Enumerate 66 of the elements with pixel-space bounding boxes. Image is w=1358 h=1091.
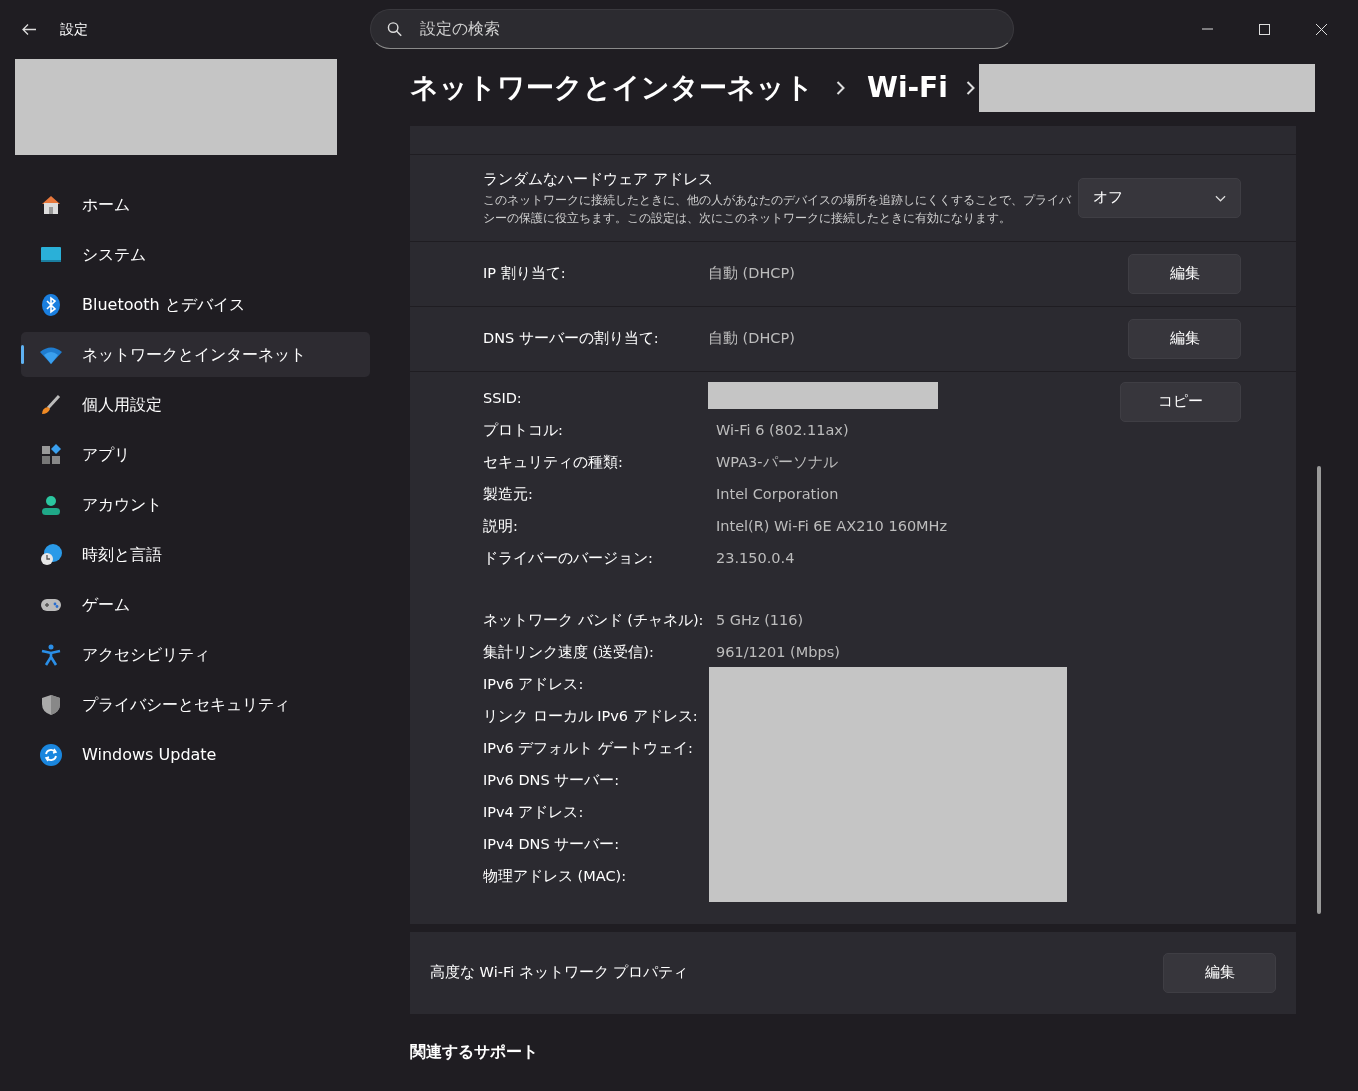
setting-label: IP 割り当て: xyxy=(483,264,567,284)
setting-label: DNS サーバーの割り当て: xyxy=(483,329,660,349)
sidebar-item[interactable]: ゲーム xyxy=(21,582,370,627)
setting-title: ランダムなハードウェア アドレス xyxy=(483,170,714,190)
refresh-icon xyxy=(39,742,63,767)
dropdown[interactable]: オフ xyxy=(1078,178,1241,218)
property-label: IPv6 DNS サーバー: xyxy=(483,771,621,790)
property-label: 物理アドレス (MAC): xyxy=(483,867,628,886)
property-value: WPA3-パーソナル xyxy=(716,453,839,472)
edit-button[interactable]: 編集 xyxy=(1128,319,1241,359)
close-icon xyxy=(1316,23,1327,35)
breadcrumb-item: Wi-Fi xyxy=(867,70,948,106)
chevron-right-icon xyxy=(836,81,845,95)
setting-label: 高度な Wi-Fi ネットワーク プロパティ xyxy=(430,963,689,983)
property-label: 製造元: xyxy=(483,485,534,504)
property-label: SSID: xyxy=(483,389,523,408)
property-label: IPv6 デフォルト ゲートウェイ: xyxy=(483,739,694,758)
sidebar-item[interactable]: アプリ xyxy=(21,432,370,477)
property-value: 5 GHz (116) xyxy=(716,611,805,630)
property-value: Intel(R) Wi-Fi 6E AX210 160MHz xyxy=(716,517,949,536)
property-label: IPv4 DNS サーバー: xyxy=(483,835,621,854)
property-value: Intel Corporation xyxy=(716,485,840,504)
property-label: IPv4 アドレス: xyxy=(483,803,585,822)
property-label: ネットワーク バンド (チャネル): xyxy=(483,611,705,630)
property-label: 説明: xyxy=(483,517,519,536)
globe-clock-icon xyxy=(39,542,63,567)
chevron-down-icon xyxy=(1215,194,1226,202)
property-value: 23.150.0.4 xyxy=(716,549,796,568)
maximize-icon xyxy=(1259,23,1270,35)
property-label: セキュリティの種類: xyxy=(483,453,624,472)
property-label: リンク ローカル IPv6 アドレス: xyxy=(483,707,699,726)
apps-icon xyxy=(39,442,63,467)
setting-value: 自動 (DHCP) xyxy=(708,329,795,349)
sidebar-item[interactable]: 個人用設定 xyxy=(21,382,370,427)
chevron-right-icon xyxy=(965,81,975,95)
sidebar-item[interactable]: アカウント xyxy=(21,482,370,527)
sidebar-item[interactable]: Bluetooth とデバイス xyxy=(21,282,370,327)
sidebar-item[interactable]: ホーム xyxy=(21,182,370,227)
search-field[interactable]: 設定の検索 xyxy=(418,16,997,42)
property-label: IPv6 アドレス: xyxy=(483,675,585,694)
shield-icon xyxy=(39,692,63,717)
search-bar[interactable]: 設定の検索 xyxy=(370,9,1014,49)
property-value: Wi-Fi 6 (802.11ax) xyxy=(716,421,850,440)
property-value: 961/1201 (Mbps) xyxy=(716,643,841,662)
section-heading: 関連するサポート xyxy=(410,1041,539,1063)
sidebar-item[interactable]: Windows Update xyxy=(21,732,370,777)
bluetooth-icon xyxy=(39,292,63,317)
sidebar-item[interactable]: ネットワークとインターネット xyxy=(21,332,370,377)
edit-button[interactable]: 編集 xyxy=(1128,254,1241,294)
accessibility-icon xyxy=(39,642,63,667)
setting-value: 自動 (DHCP) xyxy=(708,264,795,284)
copy-button[interactable]: コピー xyxy=(1120,382,1241,422)
search-icon xyxy=(387,21,403,37)
breadcrumb-item[interactable]: ネットワークとインターネット xyxy=(410,67,814,109)
window-title: 設定 xyxy=(60,19,88,39)
edit-button[interactable]: 編集 xyxy=(1163,953,1276,993)
sidebar-item[interactable]: アクセシビリティ xyxy=(21,632,370,677)
sidebar-item[interactable]: システム xyxy=(21,232,370,277)
property-label: 集計リンク速度 (送受信): xyxy=(483,643,655,662)
sidebar-item[interactable]: プライバシーとセキュリティ xyxy=(21,682,370,727)
property-label: ドライバーのバージョン: xyxy=(483,549,654,568)
back-arrow-icon xyxy=(22,23,38,35)
property-label: プロトコル: xyxy=(483,421,564,440)
sidebar-item[interactable]: 時刻と言語 xyxy=(21,532,370,577)
setting-description: このネットワークに接続したときに、他の人があなたのデバイスの場所を追跡しにくくすることで、プライバシーの保護に役立ちます。この設定は、次にこのネットワークに接続したときに有効になります。 xyxy=(483,191,1072,227)
paintbrush-icon xyxy=(39,392,63,417)
